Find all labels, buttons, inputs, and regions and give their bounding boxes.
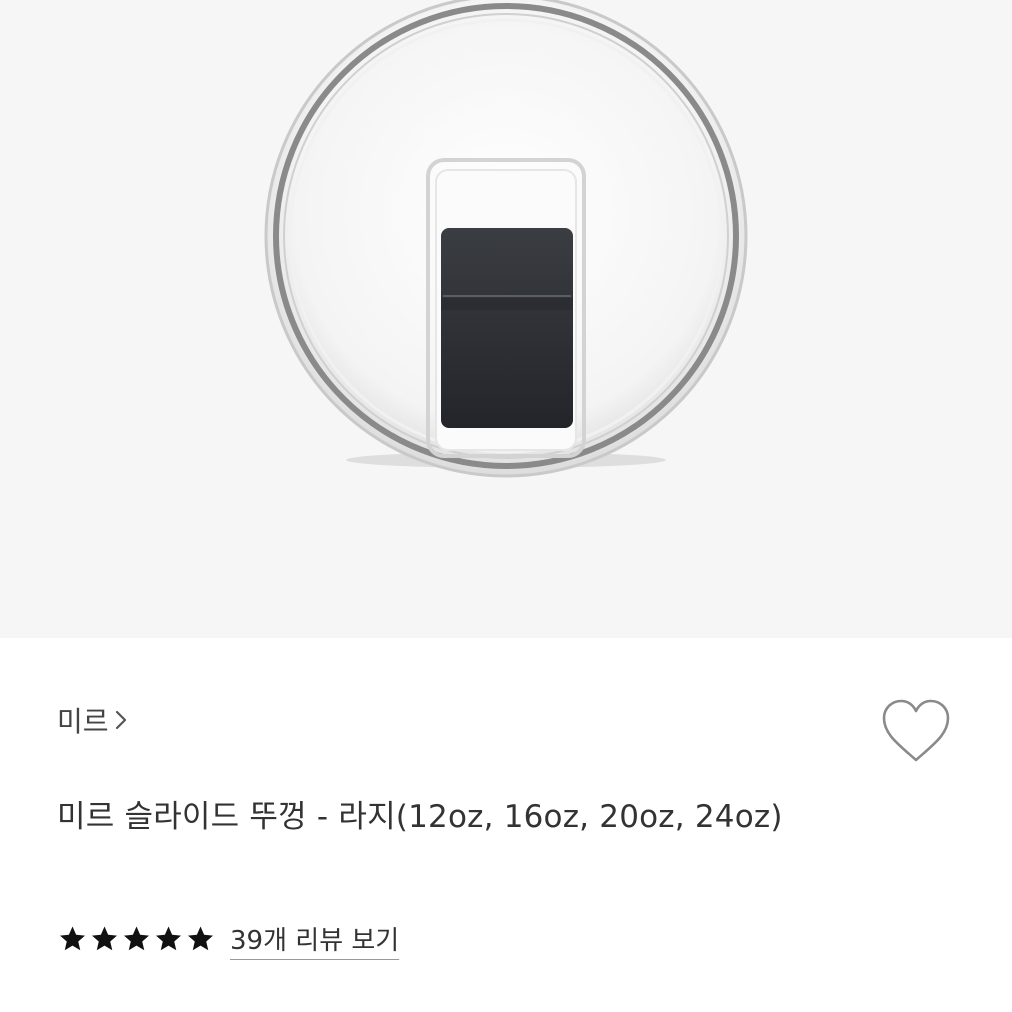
star-filled-icon <box>60 926 85 950</box>
star-filled-icon <box>92 926 117 950</box>
star-rating <box>57 924 216 954</box>
product-title: 미르 슬라이드 뚜껑 - 라지(12oz, 16oz, 20oz, 24oz) <box>57 799 783 835</box>
rating-row: 39개 리뷰 보기 <box>57 920 399 957</box>
brand-link[interactable]: 미르 <box>57 700 127 740</box>
product-image[interactable] <box>0 0 1012 638</box>
chevron-right-icon <box>115 710 126 730</box>
star-filled-icon <box>156 926 181 950</box>
review-link[interactable]: 39개 리뷰 보기 <box>230 920 399 957</box>
star-filled-icon <box>124 926 149 950</box>
heart-outline-icon[interactable] <box>878 696 954 770</box>
product-page: 미르 미르 슬라이드 뚜껑 - 라지(12oz, 16oz, 20oz, 24o… <box>0 0 1012 1012</box>
brand-name: 미르 <box>57 705 109 738</box>
star-filled-icon <box>188 926 213 950</box>
slide-lid-illustration <box>264 0 748 478</box>
